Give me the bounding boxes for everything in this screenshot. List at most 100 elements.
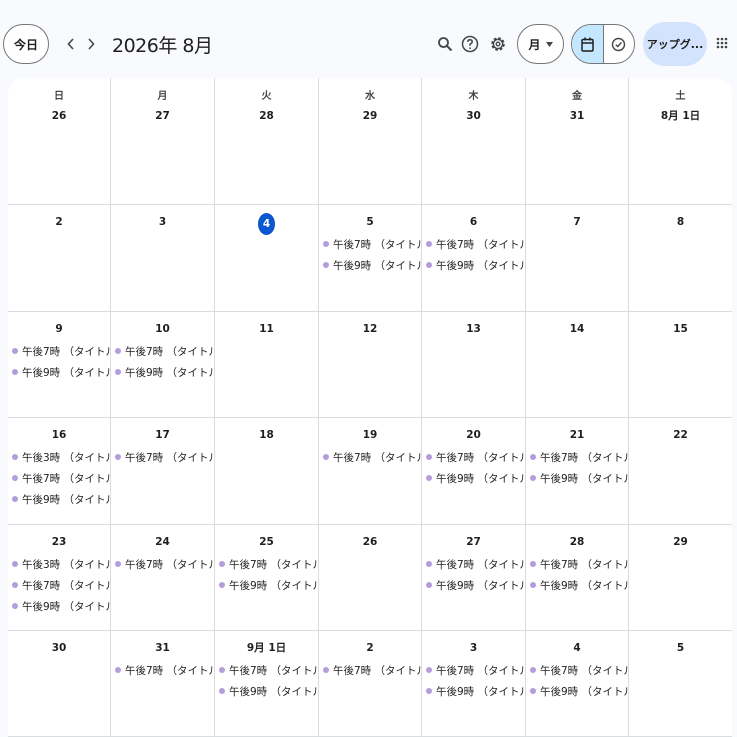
day-cell[interactable]: 6 午後7時 （タイトルなし午後9時 （タイトルなし <box>422 205 526 312</box>
date-number[interactable]: 28 <box>526 533 628 551</box>
date-number[interactable]: 16 <box>8 426 110 444</box>
date-number[interactable]: 11 <box>215 320 318 338</box>
event-chip[interactable]: 午後7時 （タイトルなし <box>422 661 525 682</box>
date-number[interactable]: 8 <box>629 213 732 231</box>
date-number[interactable]: 14 <box>526 320 628 338</box>
date-number[interactable]: 30 <box>422 107 525 125</box>
event-chip[interactable]: 午後7時 （タイトルなし <box>526 555 628 576</box>
day-cell[interactable]: 日 26 <box>8 78 111 205</box>
event-chip[interactable]: 午後9時 （タイトルなし <box>526 576 628 597</box>
day-cell[interactable]: 2 午後7時 （タイトルなし <box>319 631 422 737</box>
date-number[interactable]: 5 <box>319 213 421 231</box>
date-number[interactable]: 29 <box>319 107 421 125</box>
day-cell[interactable]: 23 午後3時 （タイトルなし午後7時 （タイトルなし午後9時 （タイトルなし <box>8 525 111 631</box>
date-number[interactable]: 29 <box>629 533 732 551</box>
event-chip[interactable]: 午後7時 （タイトルなし <box>215 661 318 682</box>
event-chip[interactable]: 午後7時 （タイトルなし <box>215 555 318 576</box>
day-cell[interactable]: 14 <box>526 312 629 418</box>
date-number[interactable]: 25 <box>215 533 318 551</box>
tasks-view-toggle[interactable] <box>604 25 635 63</box>
date-number[interactable]: 20 <box>422 426 525 444</box>
event-chip[interactable]: 午後7時 （タイトルなし <box>8 576 110 597</box>
event-chip[interactable]: 午後7時 （タイトルなし <box>111 448 214 469</box>
day-cell[interactable]: 4 午後7時 （タイトルなし午後9時 （タイトルなし <box>526 631 629 737</box>
date-number[interactable]: 5 <box>629 639 732 657</box>
date-number[interactable]: 31 <box>526 107 628 125</box>
event-chip[interactable]: 午後9時 （タイトルなし <box>215 682 318 703</box>
day-cell[interactable]: 20 午後7時 （タイトルなし午後9時 （タイトルなし <box>422 418 526 525</box>
event-chip[interactable]: 午後7時 （タイトルなし <box>422 555 525 576</box>
date-number[interactable]: 28 <box>215 107 318 125</box>
date-number[interactable]: 31 <box>111 639 214 657</box>
event-chip[interactable]: 午後9時 （タイトルなし <box>422 256 525 277</box>
event-chip[interactable]: 午後9時 （タイトルなし <box>8 363 110 384</box>
event-chip[interactable]: 午後7時 （タイトルなし <box>319 235 421 256</box>
event-chip[interactable]: 午後9時 （タイトルなし <box>422 469 525 490</box>
help-button[interactable] <box>458 32 482 56</box>
day-cell[interactable]: 19 午後7時 （タイトルなし <box>319 418 422 525</box>
date-number[interactable]: 9月 1日 <box>215 639 318 657</box>
day-cell[interactable]: 18 <box>215 418 319 525</box>
event-chip[interactable]: 午後7時 （タイトルなし <box>422 448 525 469</box>
date-number[interactable]: 26 <box>8 107 110 125</box>
search-button[interactable] <box>433 32 457 56</box>
day-cell[interactable]: 15 <box>629 312 732 418</box>
date-number[interactable]: 19 <box>319 426 421 444</box>
event-chip[interactable]: 午後9時 （タイトルなし <box>319 256 421 277</box>
upgrade-button[interactable]: アップグ... <box>643 22 707 66</box>
day-cell[interactable]: 29 <box>629 525 732 631</box>
date-number[interactable]: 22 <box>629 426 732 444</box>
day-cell[interactable]: 土 8月 1日 <box>629 78 732 205</box>
date-number[interactable]: 24 <box>111 533 214 551</box>
event-chip[interactable]: 午後9時 （タイトルなし <box>111 363 214 384</box>
event-chip[interactable]: 午後7時 （タイトルなし <box>422 235 525 256</box>
settings-button[interactable] <box>486 32 510 56</box>
day-cell[interactable]: 25 午後7時 （タイトルなし午後9時 （タイトルなし <box>215 525 319 631</box>
day-cell[interactable]: 9月 1日午後7時 （タイトルなし午後9時 （タイトルなし <box>215 631 319 737</box>
event-chip[interactable]: 午後7時 （タイトルなし <box>8 342 110 363</box>
date-number[interactable]: 17 <box>111 426 214 444</box>
day-cell[interactable]: 12 <box>319 312 422 418</box>
date-number[interactable]: 21 <box>526 426 628 444</box>
day-cell[interactable]: 2 <box>8 205 111 312</box>
day-cell[interactable]: 13 <box>422 312 526 418</box>
day-cell[interactable]: 17 午後7時 （タイトルなし <box>111 418 215 525</box>
day-cell[interactable]: 11 <box>215 312 319 418</box>
date-number[interactable]: 3 <box>111 213 214 231</box>
date-number[interactable]: 8月 1日 <box>629 107 732 125</box>
day-cell[interactable]: 27 午後7時 （タイトルなし午後9時 （タイトルなし <box>422 525 526 631</box>
date-number[interactable]: 3 <box>422 639 525 657</box>
date-number[interactable]: 6 <box>422 213 525 231</box>
day-cell[interactable]: 5 <box>629 631 732 737</box>
date-number[interactable]: 27 <box>422 533 525 551</box>
day-cell[interactable]: 28 午後7時 （タイトルなし午後9時 （タイトルなし <box>526 525 629 631</box>
day-cell[interactable]: 9 午後7時 （タイトルなし午後9時 （タイトルなし <box>8 312 111 418</box>
event-chip[interactable]: 午後9時 （タイトルなし <box>422 576 525 597</box>
day-cell[interactable]: 30 <box>8 631 111 737</box>
day-cell[interactable]: 木 30 <box>422 78 526 205</box>
next-month-button[interactable] <box>82 32 100 56</box>
date-number[interactable]: 7 <box>526 213 628 231</box>
day-cell[interactable]: 22 <box>629 418 732 525</box>
event-chip[interactable]: 午後7時 （タイトルなし <box>526 448 628 469</box>
event-chip[interactable]: 午後9時 （タイトルなし <box>8 490 110 511</box>
day-cell[interactable]: 月 27 <box>111 78 215 205</box>
date-number[interactable]: 9 <box>8 320 110 338</box>
date-number[interactable]: 15 <box>629 320 732 338</box>
day-cell[interactable]: 火 28 <box>215 78 319 205</box>
date-number[interactable]: 4 <box>526 639 628 657</box>
event-chip[interactable]: 午後7時 （タイトルなし <box>319 661 421 682</box>
event-chip[interactable]: 午後9時 （タイトルなし <box>422 682 525 703</box>
event-chip[interactable]: 午後7時 （タイトルなし <box>319 448 421 469</box>
day-cell[interactable]: 5 午後7時 （タイトルなし午後9時 （タイトルなし <box>319 205 422 312</box>
event-chip[interactable]: 午後7時 （タイトルなし <box>111 661 214 682</box>
day-cell[interactable]: 24 午後7時 （タイトルなし <box>111 525 215 631</box>
day-cell[interactable]: 3 午後7時 （タイトルなし午後9時 （タイトルなし <box>422 631 526 737</box>
apps-launcher-button[interactable] <box>716 34 736 54</box>
today-button[interactable]: 今日 <box>3 24 49 64</box>
day-cell[interactable]: 21 午後7時 （タイトルなし午後9時 （タイトルなし <box>526 418 629 525</box>
event-chip[interactable]: 午後9時 （タイトルなし <box>526 469 628 490</box>
date-number[interactable]: 23 <box>8 533 110 551</box>
day-cell[interactable]: 3 <box>111 205 215 312</box>
event-chip[interactable]: 午後7時 （タイトルなし <box>526 661 628 682</box>
